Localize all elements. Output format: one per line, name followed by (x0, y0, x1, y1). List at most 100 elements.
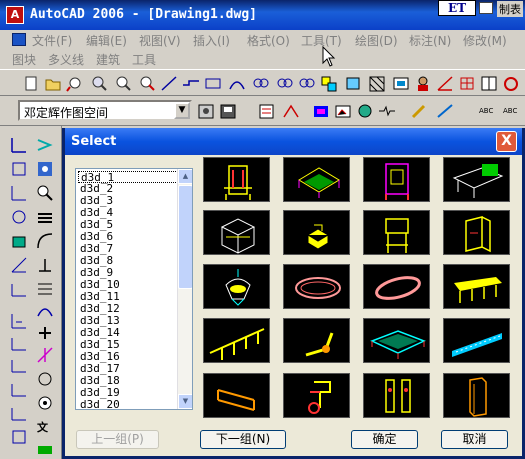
dim-center-icon[interactable] (10, 404, 28, 422)
block-listbox[interactable]: d3d_1 d3d_2 d3d_3 d3d_4 d3d_5 d3d_6 d3d_… (75, 168, 193, 410)
dim-angular-icon[interactable] (10, 256, 28, 274)
ellipse-icon[interactable] (276, 75, 294, 92)
preview-tile[interactable] (363, 210, 430, 255)
image-frame-icon[interactable] (36, 160, 54, 178)
scroll-thumb[interactable] (178, 185, 192, 289)
scroll-up-icon[interactable]: ▲ (178, 169, 192, 184)
close-icon[interactable]: X (496, 131, 517, 152)
preview-tile[interactable] (203, 318, 270, 363)
menu-blocks[interactable]: 图块 (12, 51, 36, 68)
arc-tool-icon[interactable] (36, 232, 54, 250)
preview-tile[interactable] (203, 157, 270, 202)
preview-tile[interactable] (203, 264, 270, 309)
donut-icon[interactable] (298, 75, 316, 92)
layer-manager-icon[interactable] (258, 103, 276, 120)
refresh-icon[interactable] (502, 75, 520, 92)
dim-diameter-icon[interactable] (10, 232, 28, 250)
save-workspace-icon[interactable] (219, 103, 237, 120)
menu-tools-2[interactable]: 工具 (132, 51, 156, 68)
dim-linear-icon[interactable] (10, 136, 28, 154)
table-grid-icon[interactable] (479, 2, 493, 14)
preview-tile[interactable] (443, 318, 510, 363)
menu-dimension[interactable]: 标注(N) (409, 32, 451, 49)
preview-tile[interactable] (443, 264, 510, 309)
menu-draw[interactable]: 绘图(D) (355, 32, 398, 49)
menu-architecture[interactable]: 建筑 (96, 51, 120, 68)
ok-button[interactable]: 确定 (351, 430, 418, 449)
measure-icon[interactable] (436, 103, 454, 120)
document-icon[interactable] (12, 33, 26, 46)
workspace-select[interactable]: 邓定辉作图空间 ▼ (18, 100, 192, 121)
dim-ordinate-icon[interactable] (10, 184, 28, 202)
next-group-button[interactable]: 下一组(N) (200, 430, 286, 449)
preview-tile[interactable] (363, 373, 430, 418)
chevron-down-icon[interactable]: ▼ (174, 102, 190, 119)
dim-continue-icon[interactable] (10, 312, 28, 330)
layer-previous-icon[interactable] (282, 103, 300, 120)
list-scrollbar[interactable]: ▲ ▼ (177, 169, 192, 409)
text-tool-icon[interactable]: 文 (36, 418, 54, 436)
preview-tile[interactable] (203, 210, 270, 255)
menu-view[interactable]: 视图(V) (139, 32, 181, 49)
menu-modify[interactable]: 修改(M) (463, 32, 507, 49)
cancel-button[interactable]: 取消 (441, 430, 508, 449)
preview-tile[interactable] (363, 318, 430, 363)
dim-radius-icon[interactable] (10, 208, 28, 226)
open-folder-icon[interactable] (44, 75, 62, 92)
rectangle-icon[interactable] (204, 75, 222, 92)
preview-tile[interactable] (443, 373, 510, 418)
preview-tile[interactable] (363, 157, 430, 202)
dim-edit-icon[interactable] (10, 428, 28, 446)
mirror-icon[interactable] (36, 346, 54, 364)
globe-icon[interactable] (356, 103, 374, 120)
linetype-icon[interactable] (378, 103, 396, 120)
grid-icon[interactable] (458, 75, 476, 92)
stretch-icon[interactable] (36, 324, 54, 342)
list-item[interactable]: d3d_20 (78, 399, 178, 410)
menu-insert[interactable]: 插入(I) (193, 32, 230, 49)
zoom-previous-icon[interactable] (138, 75, 156, 92)
angle-icon[interactable] (436, 75, 454, 92)
xline-icon[interactable] (182, 75, 200, 92)
spellcheck-icon[interactable]: ABC (502, 103, 520, 120)
preview-tile[interactable] (363, 264, 430, 309)
make-block-icon[interactable] (344, 75, 362, 92)
table-view-icon[interactable] (480, 75, 498, 92)
dim-tolerance-icon[interactable] (10, 380, 28, 398)
scroll-down-icon[interactable]: ▼ (178, 394, 192, 409)
pencil-icon[interactable] (410, 103, 428, 120)
table-menu-label[interactable]: 制表 (497, 1, 523, 17)
hatch-icon[interactable] (368, 75, 386, 92)
image-icon[interactable] (334, 103, 352, 120)
new-file-icon[interactable] (22, 75, 40, 92)
preview-tile[interactable] (283, 373, 350, 418)
preview-tile[interactable] (283, 210, 350, 255)
preview-tile[interactable] (283, 318, 350, 363)
line-icon[interactable] (160, 75, 178, 92)
circle-icon[interactable] (252, 75, 270, 92)
menu-file[interactable]: 文件(F) (32, 32, 72, 49)
text-style-icon[interactable]: ABC (478, 103, 496, 120)
menu-format[interactable]: 格式(O) (247, 32, 290, 49)
menu-edit[interactable]: 编辑(E) (86, 32, 127, 49)
arrow-icon[interactable] (36, 136, 54, 154)
layers-stack-icon[interactable] (36, 208, 54, 226)
settings-icon[interactable] (197, 103, 215, 120)
layer-color-icon[interactable] (312, 103, 330, 120)
preview-tile[interactable] (203, 373, 270, 418)
dim-aligned-icon[interactable] (10, 160, 28, 178)
magnifier-icon[interactable] (36, 184, 54, 202)
preview-tile[interactable] (443, 157, 510, 202)
flag-icon[interactable] (36, 442, 54, 459)
et-button[interactable]: ET (438, 0, 476, 16)
scale-icon[interactable] (36, 394, 54, 412)
curve-icon[interactable] (36, 302, 54, 320)
prev-group-button[interactable]: 上一组(P) (76, 430, 159, 449)
avatar-icon[interactable] (414, 75, 432, 92)
zoom-realtime-icon[interactable] (90, 75, 108, 92)
dim-leader-icon[interactable] (10, 356, 28, 374)
preview-tile[interactable] (283, 264, 350, 309)
block-insert-icon[interactable] (320, 75, 338, 92)
menu-polyline[interactable]: 多义线 (48, 51, 84, 68)
preview-tile[interactable] (443, 210, 510, 255)
